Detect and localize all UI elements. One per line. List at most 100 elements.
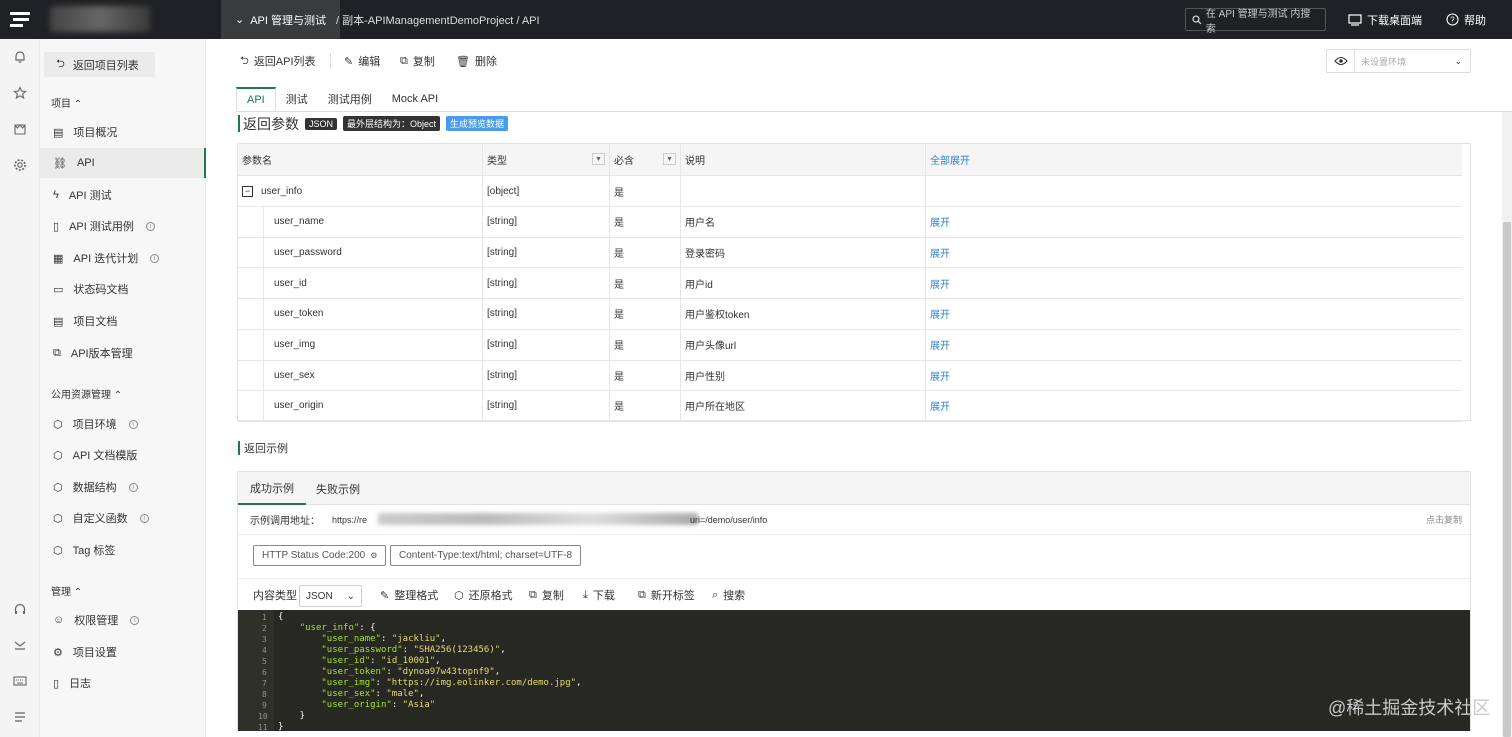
log-icon: ▯ [53, 677, 60, 690]
sidebar-item-data-structures[interactable]: ⬡ 数据结构 i [40, 472, 206, 502]
expand-link[interactable]: 展开 [930, 306, 950, 321]
cell-required: 是 [610, 268, 681, 299]
sidebar-item-api-versions[interactable]: ⧉ API版本管理 [40, 338, 206, 368]
headset-icon[interactable] [11, 600, 29, 618]
app-logo-icon[interactable] [0, 0, 40, 39]
info-icon[interactable]: i [150, 253, 160, 263]
sidebar-item-permissions[interactable]: ☺ 权限管理 i [40, 605, 206, 635]
tab-api[interactable]: API [236, 87, 276, 111]
gear-icon[interactable] [11, 156, 29, 174]
cube-icon: ⬡ [53, 544, 63, 557]
back-to-api-list-button[interactable]: ⮌ 返回API列表 [240, 53, 316, 69]
cell-desc: 用户所在地区 [681, 390, 926, 421]
table-row: user_token [string] 是 用户鉴权token 展开 [238, 298, 1462, 330]
format-button[interactable]: ✎ 整理格式 [380, 579, 438, 611]
sidebar-item-tags[interactable]: ⬡ Tag 标签 [40, 535, 206, 565]
inbox-download-icon[interactable] [11, 636, 29, 654]
table-row: user_password [string] 是 登录密码 展开 [238, 237, 1462, 269]
sidebar-item-api-test-cases[interactable]: ▯ API 测试用例 i [40, 211, 206, 241]
param-type: [string] [487, 369, 518, 381]
click-copy-link[interactable]: 点击复制 [1426, 513, 1462, 526]
info-icon[interactable]: i [128, 482, 138, 492]
filter-dropdown-icon[interactable]: ▼ [592, 153, 605, 165]
cell-required: 是 [610, 360, 681, 391]
tab-success-example[interactable]: 成功示例 [238, 472, 306, 505]
sidebar-item-environments[interactable]: ⬡ 项目环境 i [40, 409, 206, 439]
param-desc: 用户所在地区 [685, 402, 745, 414]
sidebar-item-label: 自定义函数 [72, 513, 128, 525]
param-name: user_password [274, 246, 342, 258]
scrollbar-thumb[interactable] [1503, 222, 1511, 737]
expand-link[interactable]: 展开 [930, 398, 950, 413]
expand-link[interactable]: 展开 [930, 245, 950, 260]
shop-icon[interactable] [11, 120, 29, 138]
sidebar-item-label: API 文档模版 [72, 450, 138, 462]
info-icon[interactable]: i [139, 513, 149, 523]
sidebar-item-project-docs[interactable]: ▤ 项目文档 [40, 306, 206, 336]
restore-format-button[interactable]: ⬡ 还原格式 [454, 579, 513, 611]
cell-required: 是 [610, 237, 681, 268]
tab-mock-api[interactable]: Mock API [382, 87, 448, 111]
sidebar-item-project-settings[interactable]: ⚙ 项目设置 [40, 637, 206, 667]
content-type-chip[interactable]: Content-Type:text/html; charset=UTF-8 [390, 545, 582, 566]
download-code-button[interactable]: ⤓ 下载 [583, 579, 615, 611]
copy-button[interactable]: ⧉ 复制 [400, 53, 435, 69]
sidebar-item-status-codes[interactable]: ▭ 状态码文档 [40, 274, 206, 304]
chevron-down-icon: ⌄ [235, 14, 245, 26]
sidebar-item-label: 项目环境 [72, 419, 117, 431]
search-code-button[interactable]: ⌕ 搜索 [712, 579, 745, 611]
toolbar-divider [330, 53, 331, 69]
expand-link[interactable]: 展开 [930, 276, 950, 291]
bell-icon[interactable] [11, 48, 29, 66]
code-editor[interactable]: 1 2 3 4 5 6 7 8 9 10 11 { "user_info": { "user_nam… [238, 610, 1470, 732]
expand-link[interactable]: 展开 [930, 337, 950, 352]
global-search-input[interactable]: 在 API 管理与测试 内搜索 [1185, 8, 1326, 35]
col-header-label: 必含 [614, 156, 634, 167]
edit-button[interactable]: ✎ 编辑 [344, 53, 380, 69]
help-button[interactable]: ? 帮助 [1446, 0, 1486, 39]
col-header-label: 参数名 [242, 156, 272, 167]
info-icon[interactable]: i [145, 221, 155, 231]
expand-all-link[interactable]: 全部展开 [926, 144, 1462, 175]
delete-button[interactable]: 🗑 删除 [456, 53, 497, 69]
sidebar-item-logs[interactable]: ▯ 日志 [40, 668, 206, 698]
info-icon[interactable]: i [128, 419, 138, 429]
cell-name: user_origin [238, 390, 483, 421]
cube-icon: ⬡ [53, 512, 63, 525]
section-project[interactable]: 项目 ⌃ [51, 95, 82, 110]
section-public-resources[interactable]: 公用资源管理 ⌃ [51, 386, 122, 401]
sidebar-item-api[interactable]: ⛓ API [40, 148, 206, 178]
sidebar-item-custom-functions[interactable]: ⬡ 自定义函数 i [40, 503, 206, 533]
tab-fail-example[interactable]: 失败示例 [316, 472, 360, 505]
doc-list-icon: ▤ [53, 315, 64, 328]
back-to-projects-button[interactable]: ⮌ 返回项目列表 [44, 52, 155, 77]
section-manage[interactable]: 管理 ⌃ [51, 583, 82, 598]
content-type-select[interactable]: JSON ⌄ [299, 585, 362, 607]
download-desktop-button[interactable]: 下载桌面端 [1348, 0, 1422, 39]
format-label: 整理格式 [394, 590, 439, 602]
generate-preview-button[interactable]: 生成预览数据 [446, 116, 509, 131]
sidebar-item-api-test[interactable]: ϟ API 测试 [40, 180, 206, 210]
keyboard-icon[interactable] [11, 672, 29, 690]
info-icon[interactable]: i [130, 615, 140, 625]
expand-link[interactable]: 展开 [930, 214, 950, 229]
expand-link[interactable]: 展开 [930, 368, 950, 383]
menu-icon[interactable] [11, 708, 29, 726]
sidebar-item-doc-templates[interactable]: ⬡ API 文档模版 [40, 440, 206, 470]
star-icon[interactable] [11, 84, 29, 102]
cell-name: user_password [238, 237, 483, 268]
cell-required: 是 [610, 390, 681, 421]
new-tab-button[interactable]: ⧉ 新开标签 [638, 579, 695, 611]
environment-select[interactable]: 未设置环境 ⌄ [1326, 49, 1471, 73]
status-code-chip[interactable]: HTTP Status Code:200 ⚙ [253, 545, 387, 566]
tab-test[interactable]: 测试 [276, 87, 318, 111]
line-number: 6 [262, 668, 267, 677]
sidebar-item-overview[interactable]: ▤ 项目概况 [40, 117, 206, 147]
param-name: user_origin [274, 400, 324, 412]
sidebar-item-api-iteration[interactable]: ▦ API 迭代计划 i [40, 243, 206, 273]
collapse-icon[interactable]: − [242, 185, 253, 197]
tab-test-cases[interactable]: 测试用例 [318, 87, 382, 111]
filter-dropdown-icon[interactable]: ▼ [663, 153, 676, 165]
project-dropdown[interactable]: ⌄ API 管理与测试 [221, 0, 341, 39]
copy-code-button[interactable]: ⧉ 复制 [529, 579, 564, 611]
